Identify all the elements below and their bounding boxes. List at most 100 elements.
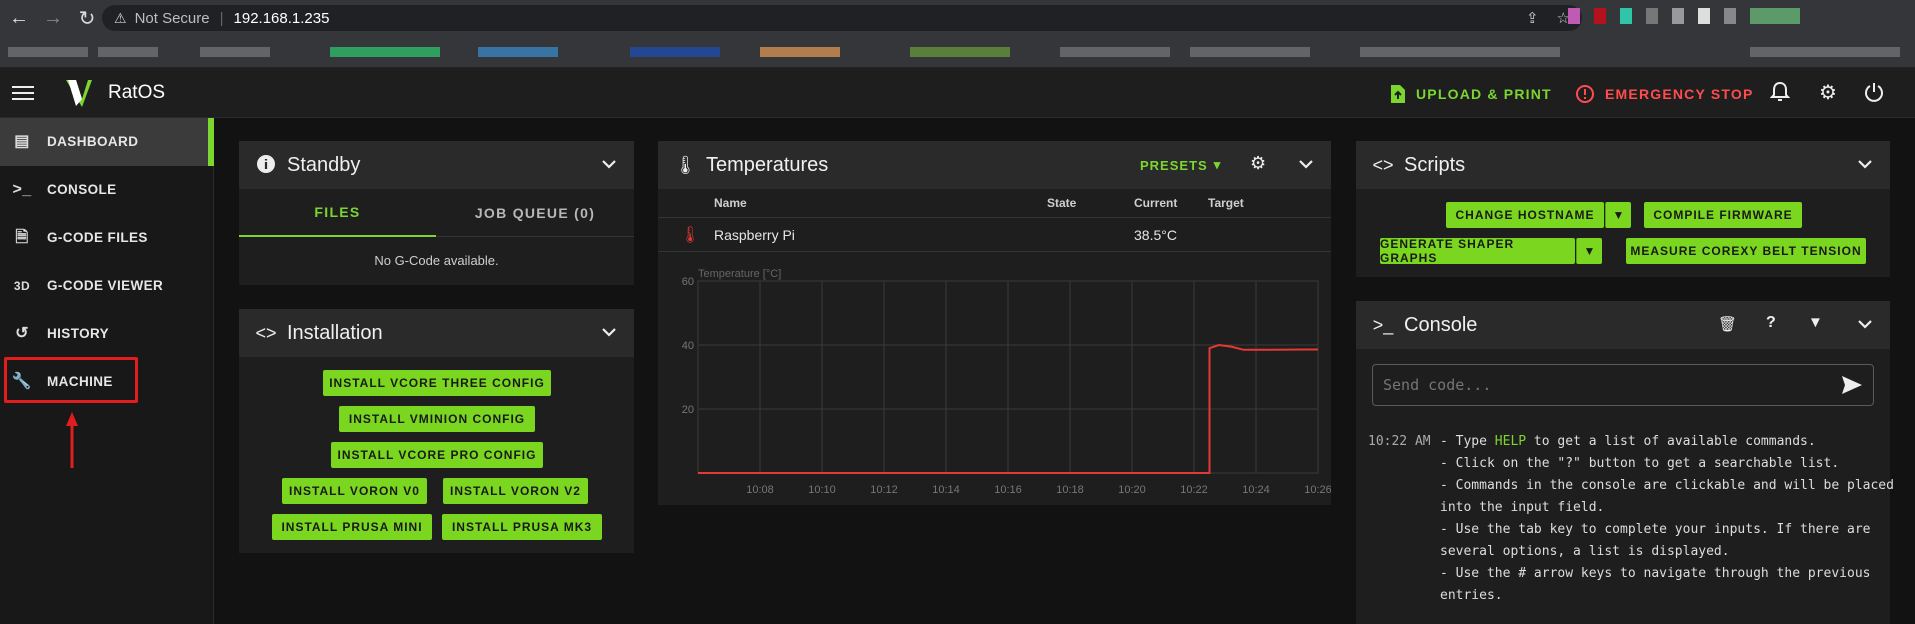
browser-toolbar: ← → ↻ ⚠ Not Secure | 192.168.1.235 ⇪ ☆ [0, 0, 1915, 36]
app-bar: RatOS UPLOAD & PRINT EMERGENCY STOP ⚙ [0, 68, 1915, 118]
console-icon: >_ [12, 181, 32, 198]
bookmark[interactable] [760, 47, 840, 57]
console-line: - Use the # arrow keys to navigate throu… [1440, 566, 1871, 581]
code-icon: <> [1372, 155, 1394, 175]
caret-down-icon: ▾ [1213, 157, 1222, 172]
alert-icon [1576, 85, 1594, 103]
address-bar[interactable]: ⚠ Not Secure | 192.168.1.235 ⇪ ☆ [102, 5, 1582, 31]
sidebar-item-label: G-CODE FILES [47, 230, 148, 245]
filter-icon[interactable]: ▼ [1808, 314, 1823, 331]
x-tick-label: 10:18 [1056, 484, 1084, 496]
x-tick-label: 10:26 [1304, 484, 1331, 496]
chevron-down-icon[interactable] [1297, 155, 1315, 173]
install-voron-v0-button[interactable]: INSTALL VORON V0 [282, 478, 427, 504]
help-icon[interactable]: ? [1766, 314, 1776, 332]
chevron-down-icon[interactable] [1856, 155, 1874, 173]
menu-icon[interactable] [12, 82, 34, 102]
bookmark[interactable] [478, 47, 558, 57]
sensor-name: Raspberry Pi [714, 227, 795, 243]
scripts-header: <> Scripts [1356, 141, 1890, 189]
security-label: Not Secure [134, 9, 210, 27]
install-vcore-pro-button[interactable]: INSTALL VCORE PRO CONFIG [331, 442, 543, 468]
extension-icon[interactable] [1750, 8, 1800, 24]
sidebar-item-label: G-CODE VIEWER [47, 278, 164, 293]
install-voron-v2-button[interactable]: INSTALL VORON V2 [443, 478, 588, 504]
bookmark[interactable] [1360, 47, 1560, 57]
thermometer-icon: 🌡 [674, 155, 697, 175]
shaper-graphs-dropdown[interactable]: ▼ [1576, 238, 1602, 264]
sidebar-item-gcode-files[interactable]: 🗎 G-CODE FILES [0, 214, 214, 262]
dashboard-icon: ▤ [14, 133, 30, 150]
settings-gear-icon[interactable]: ⚙ [1816, 81, 1840, 105]
chevron-down-icon[interactable] [600, 323, 618, 341]
extension-icon[interactable] [1698, 8, 1710, 24]
change-hostname-button[interactable]: CHANGE HOSTNAME [1446, 202, 1604, 228]
power-icon[interactable] [1862, 81, 1886, 105]
bookmark[interactable] [1750, 47, 1900, 57]
measure-belt-tension-button[interactable]: MEASURE COREXY BELT TENSION [1626, 238, 1866, 264]
history-icon: ↺ [15, 325, 29, 342]
extension-icon[interactable] [1594, 8, 1606, 24]
bookmark[interactable] [1060, 47, 1170, 57]
install-prusa-mk3-button[interactable]: INSTALL PRUSA MK3 [442, 514, 602, 540]
reload-icon[interactable]: ↻ [72, 3, 102, 33]
send-icon[interactable] [1841, 375, 1863, 395]
chevron-down-icon[interactable] [1856, 315, 1874, 333]
table-row: 🌡 Raspberry Pi 38.5°C [658, 218, 1331, 252]
sidebar-item-label: HISTORY [47, 326, 110, 341]
compile-firmware-button[interactable]: COMPILE FIRMWARE [1644, 202, 1802, 228]
bookmark[interactable] [1190, 47, 1310, 57]
emergency-stop-button[interactable]: EMERGENCY STOP [1575, 84, 1754, 104]
install-vminion-button[interactable]: INSTALL VMINION CONFIG [339, 406, 535, 432]
bookmark[interactable] [200, 47, 270, 57]
trash-icon[interactable]: 🗑 [1718, 315, 1737, 333]
upload-print-button[interactable]: UPLOAD & PRINT [1390, 84, 1552, 104]
file-upload-icon [1391, 85, 1405, 103]
tab-job-queue[interactable]: JOB QUEUE (0) [436, 189, 634, 237]
back-icon[interactable]: ← [4, 3, 34, 33]
chevron-down-icon[interactable] [600, 155, 618, 173]
temperature-chart: 60 40 20 10:08 10:10 10:12 10:14 10:16 10:18 10:2… [682, 268, 1331, 496]
presets-dropdown[interactable]: PRESETS ▾ [1140, 157, 1221, 173]
install-vcore-three-button[interactable]: INSTALL VCORE THREE CONFIG [323, 370, 551, 396]
url-text[interactable]: 192.168.1.235 [234, 10, 330, 27]
bookmark[interactable] [8, 47, 88, 57]
sidebar-item-console[interactable]: >_ CONSOLE [0, 166, 214, 214]
bookmark[interactable] [630, 47, 720, 57]
console-input-box[interactable] [1372, 364, 1874, 406]
highlight-box [4, 357, 138, 403]
change-hostname-dropdown[interactable]: ▼ [1605, 202, 1631, 228]
x-tick-label: 10:08 [746, 484, 774, 496]
x-tick-label: 10:20 [1118, 484, 1146, 496]
bookmark[interactable] [330, 47, 440, 57]
sidebar-item-gcode-viewer[interactable]: 3D G-CODE VIEWER [0, 262, 214, 310]
help-command-link[interactable]: HELP [1495, 434, 1526, 449]
bell-icon[interactable] [1768, 81, 1792, 105]
sidebar-item-dashboard[interactable]: ▤ DASHBOARD [0, 118, 214, 166]
console-line: - Commands in the console are clickable … [1440, 478, 1894, 493]
console-input[interactable] [1383, 373, 1823, 397]
installation-title: Installation [287, 322, 383, 344]
sidebar-item-history[interactable]: ↺ HISTORY [0, 310, 214, 358]
scripts-title: Scripts [1404, 154, 1466, 176]
caret-down-icon: ▼ [1612, 208, 1625, 222]
extension-icon[interactable] [1620, 8, 1632, 24]
extension-icon[interactable] [1724, 8, 1736, 24]
share-icon[interactable]: ⇪ [1526, 9, 1539, 27]
column-header-state: State [1047, 196, 1077, 210]
tab-files[interactable]: FILES [239, 189, 436, 237]
emergency-stop-label: EMERGENCY STOP [1605, 86, 1754, 102]
settings-gear-icon[interactable]: ⚙ [1250, 153, 1266, 174]
extension-icon[interactable] [1568, 8, 1580, 24]
sensor-current: 38.5°C [1134, 227, 1177, 243]
generate-shaper-graphs-button[interactable]: GENERATE SHAPER GRAPHS [1380, 237, 1575, 265]
console-line: - Use the tab key to complete your input… [1440, 522, 1871, 537]
install-prusa-mini-button[interactable]: INSTALL PRUSA MINI [272, 514, 432, 540]
x-tick-label: 10:16 [994, 484, 1022, 496]
forward-icon[interactable]: → [38, 3, 68, 33]
standby-title: Standby [287, 154, 361, 176]
bookmark[interactable] [910, 47, 1010, 57]
extension-icon[interactable] [1646, 8, 1658, 24]
bookmark[interactable] [98, 47, 158, 57]
extension-icon[interactable] [1672, 8, 1684, 24]
